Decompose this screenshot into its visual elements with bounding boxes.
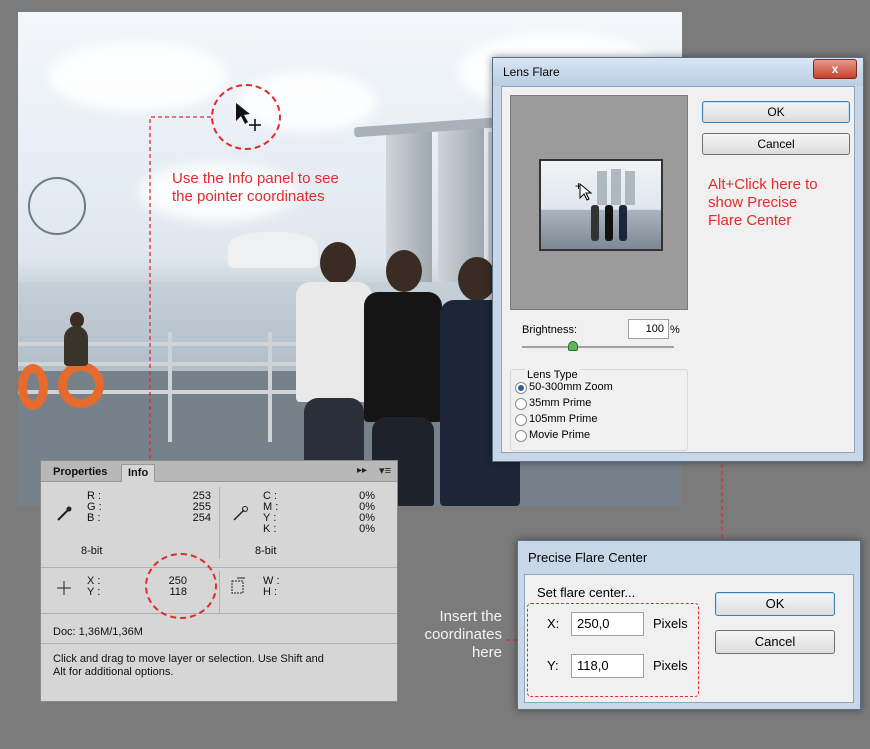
brightness-label: Brightness: bbox=[522, 324, 578, 336]
b-label: B : bbox=[87, 512, 101, 524]
flare-preview[interactable]: + bbox=[510, 95, 688, 310]
panel-tabbar: Properties Info ▸▸ ▾≡ bbox=[41, 461, 397, 482]
lens-option-label: 35mm Prime bbox=[529, 397, 592, 409]
cancel-button[interactable]: Cancel bbox=[715, 630, 835, 654]
brightness-slider[interactable] bbox=[522, 341, 674, 351]
selection-size-icon bbox=[231, 577, 245, 594]
info-panel-note: Use the Info panel to see the pointer co… bbox=[172, 170, 339, 205]
collapse-panel-icon[interactable]: ▸▸ bbox=[357, 465, 367, 476]
radio-105mm-prime[interactable] bbox=[515, 414, 527, 426]
lens-flare-dialog: Lens Flare x + OK Cancel Brightness: 100… bbox=[492, 57, 864, 462]
lens-option-label: 50-300mm Zoom bbox=[529, 381, 613, 393]
ok-button[interactable]: OK bbox=[702, 101, 850, 123]
eyedropper-icon bbox=[57, 506, 72, 521]
lens-option-label: 105mm Prime bbox=[529, 413, 598, 425]
brightness-input[interactable]: 100 bbox=[628, 319, 669, 339]
dialog-title: Lens Flare bbox=[503, 65, 560, 79]
y-coord-label: Y : bbox=[87, 586, 101, 598]
titlebar: Lens Flare x bbox=[493, 58, 863, 86]
dialog-client: + OK Cancel Brightness: 100 % Lens Type … bbox=[501, 86, 855, 453]
pointer-arrow-icon bbox=[236, 103, 250, 124]
b-value: 254 bbox=[192, 512, 211, 524]
coordinates-highlight-box bbox=[527, 603, 699, 697]
h-label: H : bbox=[263, 586, 278, 598]
move-cross-icon bbox=[249, 119, 261, 131]
bit-depth-left: 8-bit bbox=[81, 545, 103, 557]
tool-hint: Click and drag to move layer or selectio… bbox=[53, 653, 324, 678]
lens-type-label: Lens Type bbox=[525, 369, 580, 381]
tab-info[interactable]: Info bbox=[121, 464, 156, 482]
cursor-icon bbox=[579, 183, 593, 201]
slider-thumb[interactable] bbox=[568, 341, 579, 351]
crosshair-icon bbox=[57, 581, 71, 595]
xy-highlight-circle bbox=[145, 553, 217, 619]
cancel-button[interactable]: Cancel bbox=[702, 133, 850, 155]
radio-35mm-prime[interactable] bbox=[515, 398, 527, 410]
lens-option-label: Movie Prime bbox=[529, 429, 591, 441]
k-label: K : bbox=[263, 523, 277, 535]
tab-properties[interactable]: Properties bbox=[47, 464, 113, 481]
doc-size: Doc: 1,36M/1,36M bbox=[53, 626, 143, 638]
info-panel: Properties Info ▸▸ ▾≡ R : G : B : 253 25… bbox=[40, 460, 398, 702]
close-icon[interactable]: x bbox=[813, 59, 857, 79]
ok-button[interactable]: OK bbox=[715, 592, 835, 616]
dialog-title: Precise Flare Center bbox=[528, 550, 648, 565]
panel-menu-icon[interactable]: ▾≡ bbox=[379, 464, 391, 477]
preview-thumbnail[interactable]: + bbox=[539, 159, 663, 251]
eyedropper-icon bbox=[233, 506, 248, 521]
set-flare-center-label: Set flare center... bbox=[537, 585, 636, 600]
insert-coordinates-note: Insert the coordinates here bbox=[424, 608, 502, 661]
lens-type-group: Lens Type 50-300mm Zoom 35mm Prime 105mm… bbox=[510, 369, 688, 451]
bit-depth-right: 8-bit bbox=[255, 545, 277, 557]
k-value: 0% bbox=[359, 523, 375, 535]
radio-movie-prime[interactable] bbox=[515, 430, 527, 442]
brightness-unit: % bbox=[670, 324, 680, 336]
alt-click-note: Alt+Click here to show Precise Flare Cen… bbox=[708, 176, 818, 229]
radio-50-300mm-zoom[interactable] bbox=[515, 382, 527, 394]
